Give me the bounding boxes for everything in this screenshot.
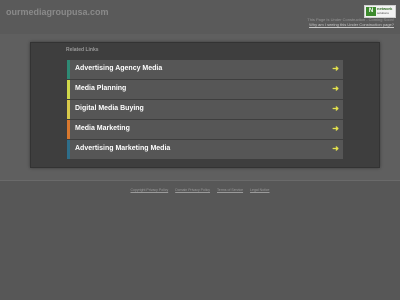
badge-line-2: solutions: [377, 11, 389, 15]
footer: Copyright Privacy Policy Domain Privacy …: [0, 181, 400, 300]
related-link-label: Media Planning: [75, 85, 127, 92]
arrow-right-icon: ➜: [332, 64, 339, 73]
footer-links: Copyright Privacy Policy Domain Privacy …: [0, 188, 400, 192]
related-links-panel: Related Links Advertising Agency Media ➜…: [30, 42, 380, 168]
footer-link-domain-privacy[interactable]: Domain Privacy Policy: [175, 188, 210, 192]
related-link[interactable]: Digital Media Buying ➜: [67, 100, 343, 119]
footer-link-copyright-privacy[interactable]: Copyright Privacy Policy: [130, 188, 168, 192]
footer-link-legal[interactable]: Legal Notice: [250, 188, 269, 192]
related-link-label: Digital Media Buying: [75, 105, 144, 112]
network-solutions-logo-icon: N: [366, 7, 376, 16]
related-link[interactable]: Media Marketing ➜: [67, 120, 343, 139]
arrow-right-icon: ➜: [332, 144, 339, 153]
construction-info-link[interactable]: Why am I seeing this Under Construction …: [307, 22, 394, 27]
related-links-heading: Related Links: [66, 47, 99, 53]
related-link[interactable]: Media Planning ➜: [67, 80, 343, 99]
main-area: Related Links Advertising Agency Media ➜…: [0, 34, 400, 181]
related-link[interactable]: Advertising Agency Media ➜: [67, 60, 343, 79]
related-link-label: Advertising Agency Media: [75, 65, 163, 72]
related-link[interactable]: Advertising Marketing Media ➜: [67, 140, 343, 159]
top-bar: ourmediagroupusa.com N network solutions…: [0, 0, 400, 34]
arrow-right-icon: ➜: [332, 104, 339, 113]
footer-link-terms[interactable]: Terms of Service: [217, 188, 243, 192]
arrow-right-icon: ➜: [332, 124, 339, 133]
domain-name: ourmediagroupusa.com: [6, 7, 109, 17]
related-link-label: Media Marketing: [75, 125, 130, 132]
related-links-list: Advertising Agency Media ➜ Media Plannin…: [67, 60, 343, 160]
construction-notice: This Page Is Under Construction - Coming…: [307, 17, 394, 27]
arrow-right-icon: ➜: [332, 84, 339, 93]
related-link-label: Advertising Marketing Media: [75, 145, 171, 152]
